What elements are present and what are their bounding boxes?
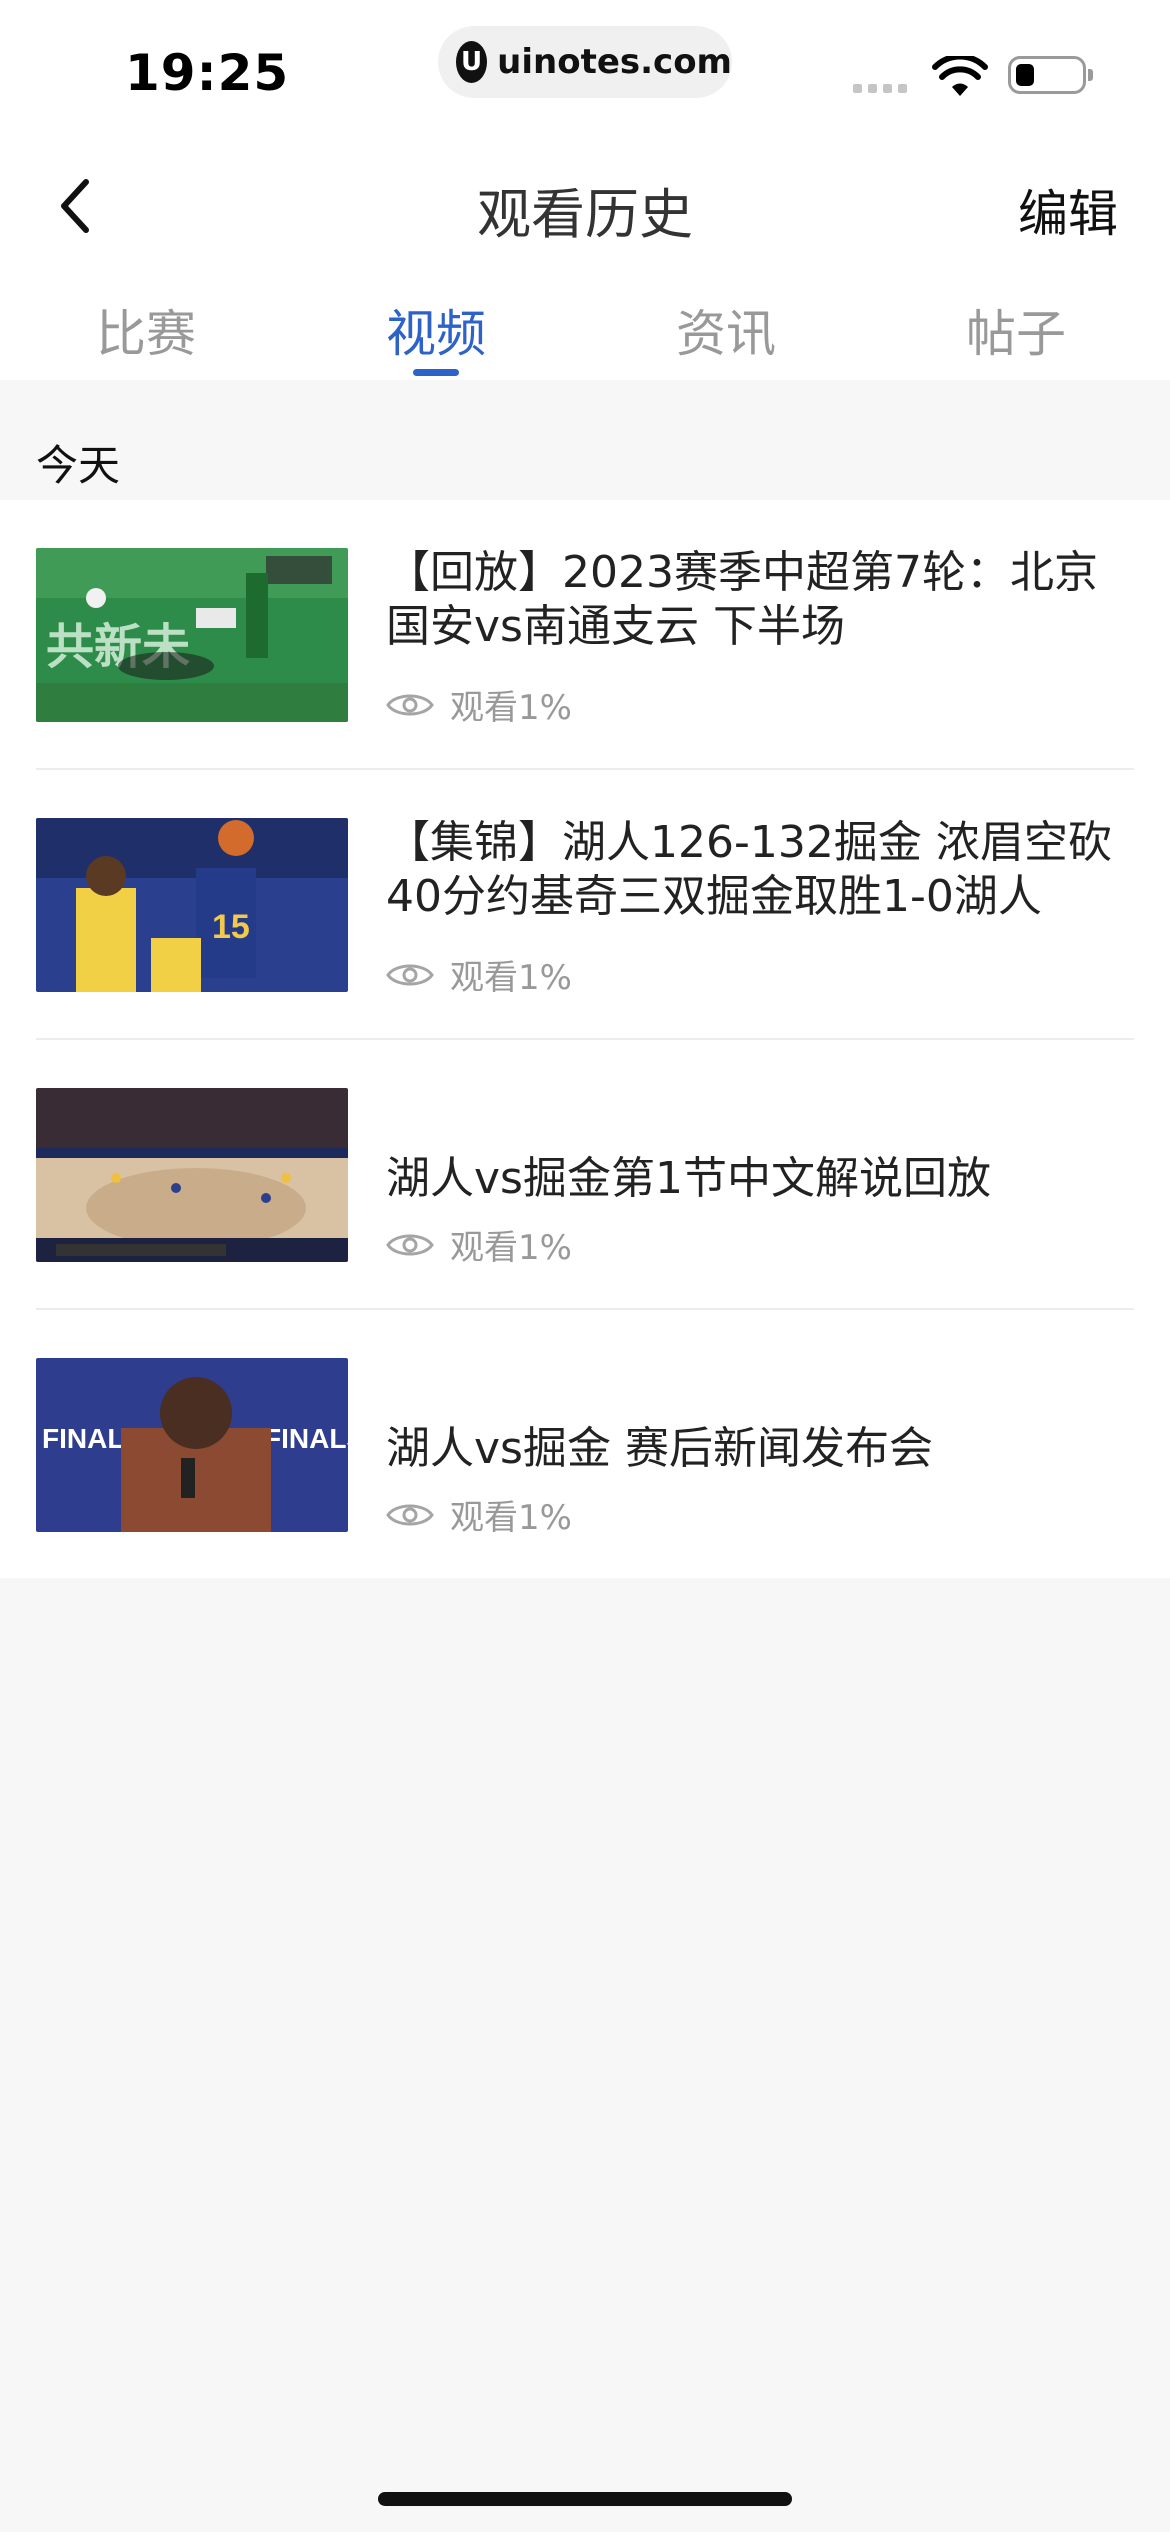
section-title: 今天 — [36, 441, 121, 490]
view-count-text: 观看1% — [450, 1228, 572, 1268]
battery-level — [1016, 64, 1034, 86]
status-time: 19:25 — [125, 44, 290, 102]
video-list: 共新未 【回放】2023赛季中超第7轮：北京国安vs南通支云 下半场 观看1% … — [0, 500, 1170, 1578]
eye-icon — [386, 964, 434, 985]
nav-header: 观看历史 编辑 — [0, 140, 1170, 270]
video-title: 【集锦】湖人126-132掘金 浓眉空砍40分约基奇三双掘金取胜1-0湖人 — [386, 817, 1112, 922]
eye-icon — [386, 694, 434, 715]
edit-button[interactable]: 编辑 — [1018, 174, 1118, 246]
battery-icon — [1008, 56, 1093, 94]
video-thumbnail[interactable] — [36, 1088, 348, 1262]
video-title: 湖人vs掘金 赛后新闻发布会 — [386, 1423, 933, 1474]
active-tab-indicator — [413, 369, 459, 376]
view-count: 观看1% — [386, 1220, 572, 1269]
view-count: 观看1% — [386, 950, 572, 999]
view-count: 观看1% — [386, 1490, 572, 1539]
thumb-jersey-number: 15 — [212, 908, 250, 946]
view-count-text: 观看1% — [450, 958, 572, 998]
tab-posts[interactable]: 帖子 — [870, 294, 1162, 366]
thumb-finals-right: FINALS — [264, 1423, 348, 1454]
tab-news[interactable]: 资讯 — [580, 294, 872, 366]
section-header-today: 今天 — [0, 380, 1170, 500]
eye-icon — [386, 1504, 434, 1525]
page-title: 观看历史 — [477, 183, 693, 246]
tab-matches[interactable]: 比赛 — [0, 294, 292, 366]
wifi-icon — [932, 56, 988, 96]
list-item[interactable]: FINALS FINALS 湖人vs掘金 赛后新闻发布会 观看1% — [0, 1310, 1170, 1580]
site-logo-icon: U — [456, 41, 488, 83]
tab-videos[interactable]: 视频 — [290, 294, 582, 366]
home-indicator[interactable] — [378, 2492, 792, 2506]
list-item[interactable]: 湖人vs掘金第1节中文解说回放 观看1% — [0, 1040, 1170, 1310]
view-count-text: 观看1% — [450, 688, 572, 728]
video-thumbnail[interactable]: 共新未 — [36, 548, 348, 722]
url-pill[interactable]: U uinotes.com — [438, 26, 732, 98]
list-item[interactable]: 15 【集锦】湖人126-132掘金 浓眉空砍40分约基奇三双掘金取胜1-0湖人… — [0, 770, 1170, 1040]
status-bar: 19:25 U uinotes.com — [0, 0, 1170, 140]
eye-icon — [386, 1234, 434, 1255]
tab-bar: 比赛 视频 资讯 帖子 — [0, 270, 1170, 380]
list-item[interactable]: 共新未 【回放】2023赛季中超第7轮：北京国安vs南通支云 下半场 观看1% — [0, 500, 1170, 770]
signal-icon — [853, 84, 907, 93]
url-text: uinotes.com — [497, 42, 732, 82]
video-thumbnail[interactable]: FINALS FINALS — [36, 1358, 348, 1532]
video-title: 湖人vs掘金第1节中文解说回放 — [386, 1153, 991, 1204]
video-thumbnail[interactable]: 15 — [36, 818, 348, 992]
view-count-text: 观看1% — [450, 1498, 572, 1538]
view-count: 观看1% — [386, 680, 572, 729]
video-title: 【回放】2023赛季中超第7轮：北京国安vs南通支云 下半场 — [386, 547, 1098, 652]
